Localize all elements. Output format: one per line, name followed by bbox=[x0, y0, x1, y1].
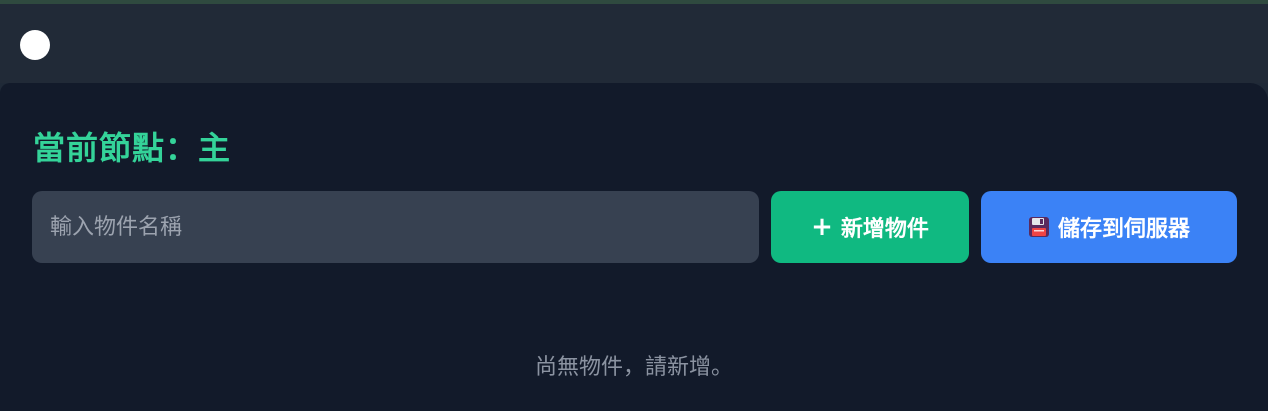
save-to-server-button-label: 儲存到伺服器 bbox=[1057, 217, 1190, 242]
add-item-button[interactable]: + 新增物件 bbox=[771, 191, 969, 263]
main-panel: 當前節點：主 + 新增物件 儲存到伺服器 尚無物件，請新增。 bbox=[0, 83, 1268, 411]
plus-icon: + bbox=[811, 212, 833, 242]
floppy-disk-icon bbox=[1028, 216, 1050, 238]
save-to-server-button[interactable]: 儲存到伺服器 bbox=[981, 191, 1237, 263]
item-name-input[interactable] bbox=[32, 191, 759, 263]
current-node-title: 當前節點：主 bbox=[33, 129, 232, 167]
empty-state-message: 尚無物件，請新增。 bbox=[534, 355, 733, 380]
add-item-button-label: 新增物件 bbox=[840, 217, 929, 242]
top-bar bbox=[0, 4, 1268, 83]
status-dot[interactable] bbox=[20, 30, 50, 60]
